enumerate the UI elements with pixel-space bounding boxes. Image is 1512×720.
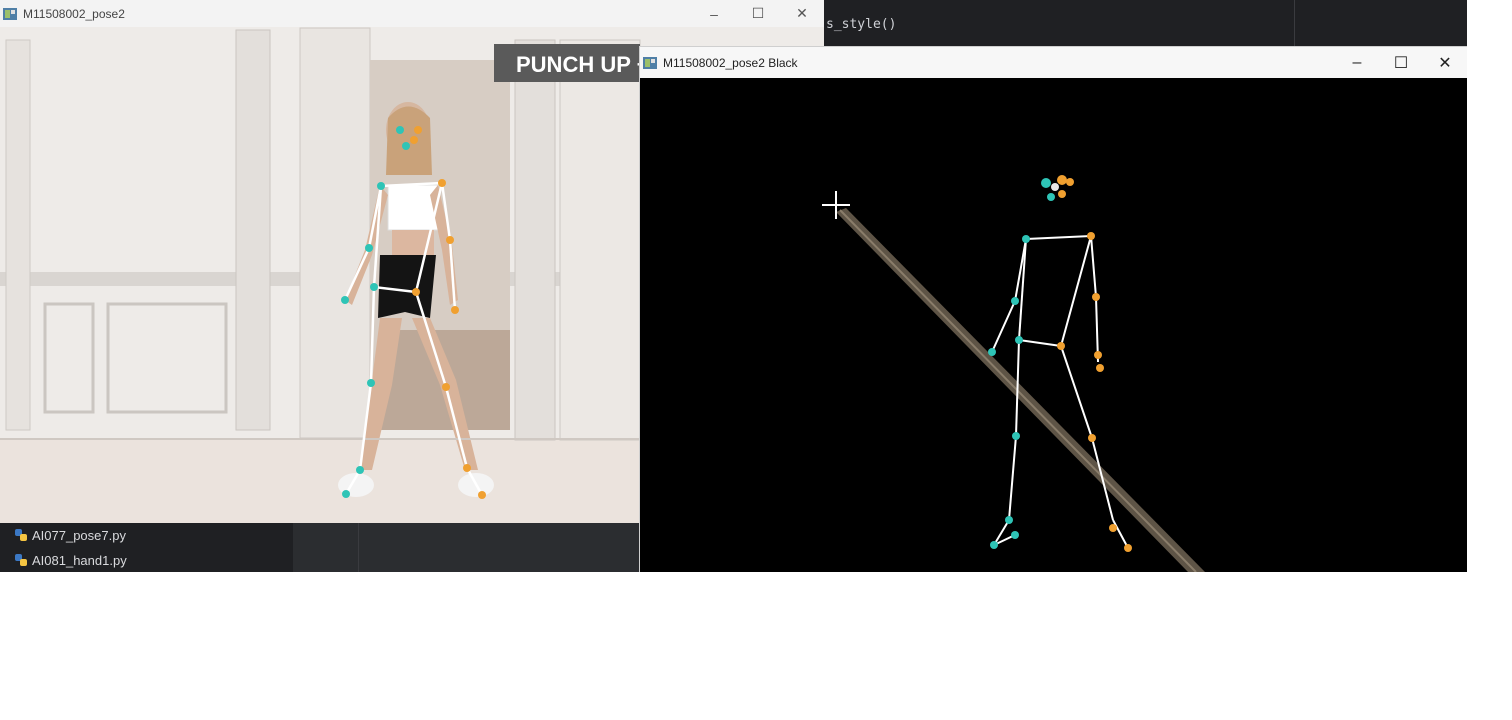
file-item-ai081[interactable]: AI081_hand1.py	[14, 550, 127, 570]
file-name: AI077_pose7.py	[32, 527, 126, 543]
title-bar[interactable]: M11508002_pose2 Black – ☐ ✕	[640, 47, 1467, 78]
app-window-icon	[643, 56, 657, 69]
minimize-button[interactable]: –	[692, 0, 736, 27]
python-file-icon	[15, 529, 27, 541]
maximize-button[interactable]: ☐	[1379, 47, 1423, 78]
app-window-icon	[3, 7, 17, 20]
title-bar[interactable]: M11508002_pose2 – ☐ ✕	[0, 0, 824, 27]
window-title: M11508002_pose2 Black	[663, 55, 798, 70]
close-button[interactable]: ✕	[780, 0, 824, 27]
close-button[interactable]: ✕	[1423, 47, 1467, 78]
file-item-ai077[interactable]: AI077_pose7.py	[14, 525, 126, 545]
window-title: M11508002_pose2	[23, 6, 125, 21]
maximize-button[interactable]: ☐	[736, 0, 780, 27]
python-file-icon	[15, 554, 27, 566]
skeleton-canvas	[640, 78, 1467, 572]
pose-black-window[interactable]: M11508002_pose2 Black – ☐ ✕	[640, 47, 1467, 572]
file-name: AI081_hand1.py	[32, 552, 127, 568]
code-line[interactable]: s_style()	[826, 17, 896, 32]
code-editor-background	[824, 0, 1467, 48]
minimize-button[interactable]: –	[1335, 47, 1379, 78]
desktop-area: s_style() AI077_pose7.py AI081_hand1.py	[0, 0, 1467, 572]
project-file-panel: AI077_pose7.py AI081_hand1.py	[0, 523, 640, 572]
